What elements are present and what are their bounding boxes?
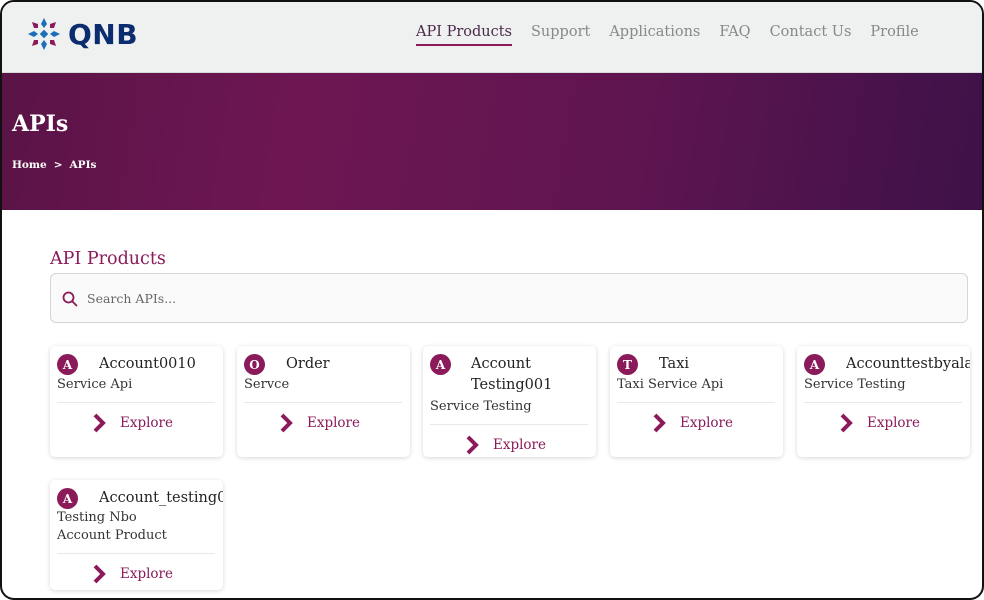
qnb-logo[interactable]: QNB	[26, 16, 138, 52]
chevron-right-icon	[653, 413, 666, 433]
hero-banner: APIs Home > APIs	[2, 73, 982, 210]
card-divider	[57, 402, 215, 403]
explore-link[interactable]: Explore	[839, 412, 920, 434]
explore-link[interactable]: Explore	[465, 434, 546, 456]
chevron-right-icon	[93, 564, 106, 584]
section-title: API Products	[50, 249, 166, 269]
explore-label: Explore	[120, 566, 173, 582]
breadcrumb-home[interactable]: Home	[12, 159, 47, 171]
api-card[interactable]: A Account_testing00 Testing Nbo Account …	[50, 480, 223, 590]
explore-link[interactable]: Explore	[652, 412, 733, 434]
explore-link[interactable]: Explore	[279, 412, 360, 434]
explore-label: Explore	[493, 437, 546, 453]
chevron-right-icon	[466, 435, 479, 455]
card-title[interactable]: Account Testing001	[471, 354, 561, 396]
main-nav: API Products Support Applications FAQ Co…	[416, 24, 919, 46]
card-initial-badge: A	[430, 354, 451, 375]
api-card[interactable]: A Account Testing001 Service Testing Exp…	[423, 346, 596, 457]
card-divider	[617, 402, 775, 403]
card-description: Service Testing	[430, 399, 532, 414]
nav-profile[interactable]: Profile	[870, 24, 918, 46]
nav-faq[interactable]: FAQ	[719, 24, 750, 46]
top-navbar: QNB API Products Support Applications FA…	[2, 2, 982, 73]
api-card[interactable]: A Account0010 Service Api Explore	[50, 346, 223, 457]
explore-label: Explore	[120, 415, 173, 431]
card-description: Testing Nbo Account Product	[57, 510, 167, 543]
brand-name: QNB	[68, 17, 139, 51]
api-card[interactable]: O Order Servce Explore	[237, 346, 410, 457]
card-divider	[430, 424, 588, 425]
nav-applications[interactable]: Applications	[609, 24, 700, 46]
card-initial-badge: O	[244, 354, 265, 375]
nav-api-products[interactable]: API Products	[416, 24, 512, 46]
card-description: Servce	[244, 377, 290, 392]
card-initial-badge: A	[57, 488, 78, 509]
explore-label: Explore	[867, 415, 920, 431]
card-title[interactable]: Taxi	[659, 354, 783, 375]
nav-contact-us[interactable]: Contact Us	[770, 24, 852, 46]
breadcrumb: Home > APIs	[12, 159, 96, 171]
chevron-right-icon	[840, 413, 853, 433]
api-card[interactable]: T Taxi Taxi Service Api Explore	[610, 346, 783, 457]
card-divider	[804, 402, 962, 403]
card-title[interactable]: Account_testing00	[99, 488, 223, 509]
card-initial-badge: A	[804, 354, 825, 375]
card-divider	[57, 553, 215, 554]
explore-link[interactable]: Explore	[92, 563, 173, 585]
card-title[interactable]: Order	[286, 354, 410, 375]
search-box	[50, 273, 968, 323]
chevron-right-icon	[93, 413, 106, 433]
card-initial-badge: T	[617, 354, 638, 375]
browser-frame: QNB API Products Support Applications FA…	[0, 0, 984, 600]
card-description: Taxi Service Api	[617, 377, 724, 392]
breadcrumb-current: APIs	[69, 159, 97, 171]
chevron-right-icon	[280, 413, 293, 433]
card-title[interactable]: Account0010	[99, 354, 223, 375]
qnb-logo-icon	[28, 18, 60, 50]
card-divider	[244, 402, 402, 403]
breadcrumb-separator: >	[53, 159, 63, 171]
card-title[interactable]: Accounttestbyalar	[846, 354, 970, 375]
explore-link[interactable]: Explore	[92, 412, 173, 434]
explore-label: Explore	[307, 415, 360, 431]
api-card[interactable]: A Accounttestbyalar Service Testing Expl…	[797, 346, 970, 457]
search-input[interactable]	[87, 285, 947, 311]
search-icon	[62, 291, 78, 307]
nav-support[interactable]: Support	[531, 24, 590, 46]
page-title: APIs	[12, 111, 69, 137]
card-description: Service Api	[57, 377, 133, 392]
card-description: Service Testing	[804, 377, 906, 392]
explore-label: Explore	[680, 415, 733, 431]
card-initial-badge: A	[57, 354, 78, 375]
